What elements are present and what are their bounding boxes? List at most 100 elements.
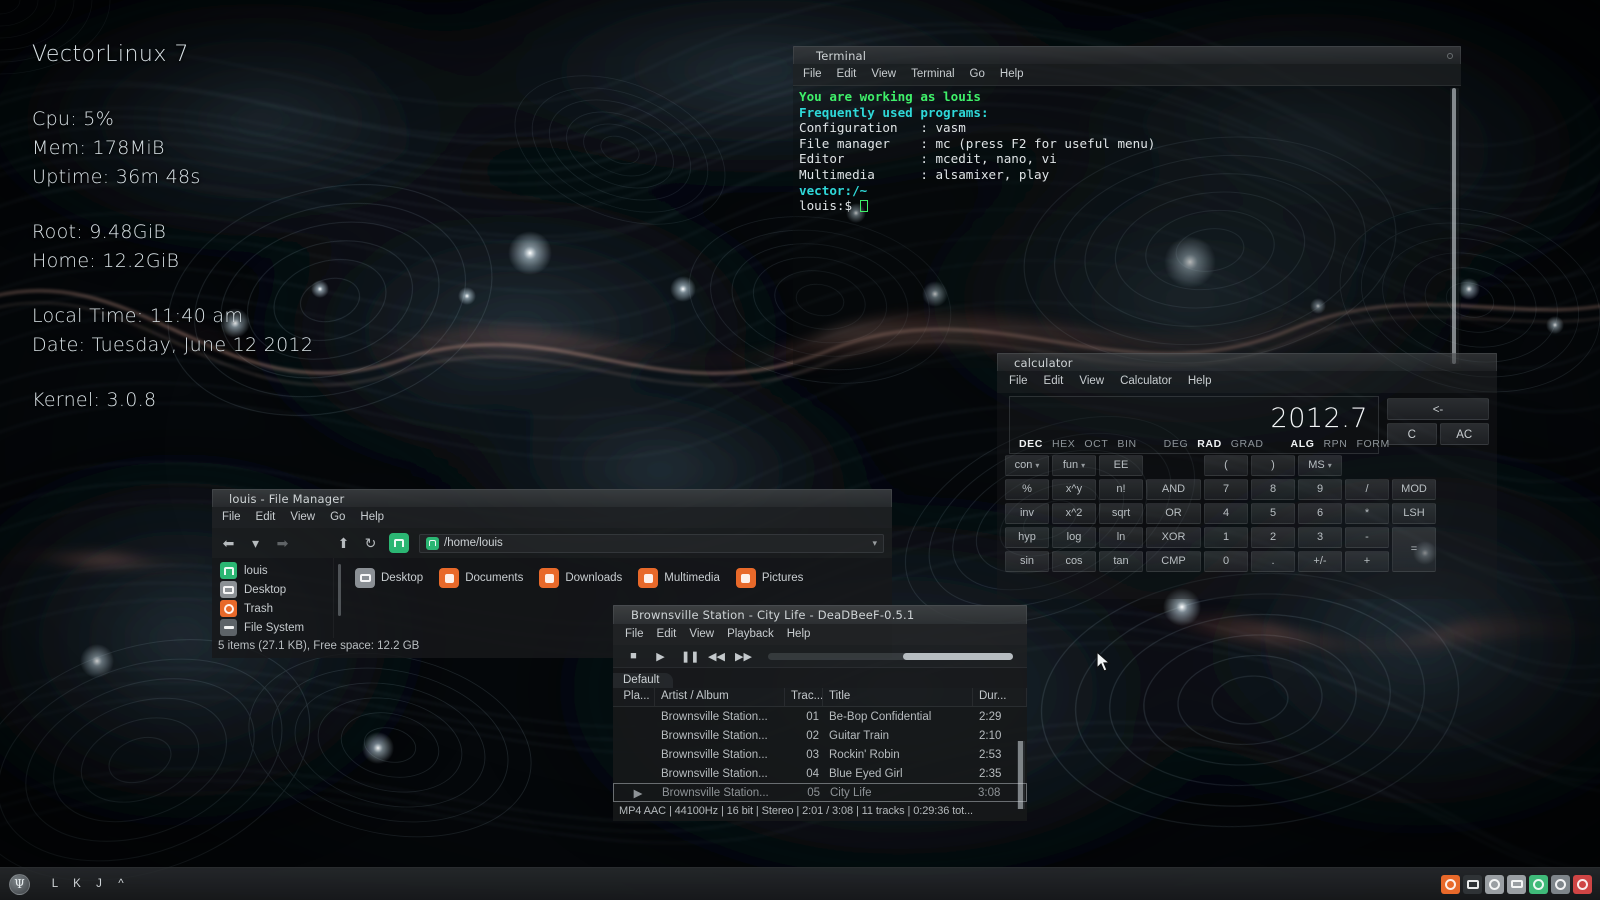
menu-calculator[interactable]: Calculator: [1120, 375, 1172, 387]
playlist-scrollbar-thumb[interactable]: [1018, 741, 1023, 809]
menu-help[interactable]: Help: [1000, 68, 1024, 80]
terminal-window[interactable]: Terminal File Edit View Terminal Go Help…: [793, 46, 1461, 384]
menu-edit[interactable]: Edit: [1044, 375, 1064, 387]
mode-rad[interactable]: RAD: [1197, 438, 1222, 450]
mode-oct[interactable]: OCT: [1084, 438, 1108, 450]
history-dropdown-icon[interactable]: ▾: [247, 535, 264, 552]
terminal-scrollbar-thumb[interactable]: [1452, 88, 1456, 364]
sidebar-item-file-system[interactable]: File System: [212, 618, 333, 637]
key-9[interactable]: 9: [1298, 479, 1342, 500]
next-button[interactable]: ▶▶: [735, 650, 752, 663]
mode-grad[interactable]: GRAD: [1231, 438, 1264, 450]
key-plus-minus[interactable]: +/-: [1298, 551, 1342, 572]
mode-dec[interactable]: DEC: [1019, 438, 1043, 450]
play-button[interactable]: ▶: [654, 650, 667, 663]
screenshot-tray-icon[interactable]: [1463, 874, 1482, 894]
workspace-k[interactable]: K: [66, 878, 88, 890]
key-plus[interactable]: +: [1345, 551, 1389, 572]
column-duration[interactable]: Dur...: [973, 688, 1027, 706]
key-tan[interactable]: tan: [1099, 551, 1143, 572]
menu-edit[interactable]: Edit: [837, 68, 857, 80]
key-inv[interactable]: inv: [1005, 503, 1049, 524]
file-manager-menubar[interactable]: File Edit View Go Help: [212, 507, 892, 528]
file-item-downloads[interactable]: Downloads: [535, 566, 626, 590]
menu-view[interactable]: View: [290, 511, 315, 523]
key-6[interactable]: 6: [1298, 503, 1342, 524]
calculator-titlebar[interactable]: calculator: [997, 353, 1497, 371]
menu-file[interactable]: File: [625, 628, 644, 640]
calculator-menubar[interactable]: File Edit View Calculator Help: [997, 371, 1497, 393]
terminal-scrollbar[interactable]: [1450, 88, 1459, 364]
pause-button[interactable]: ❚❚: [681, 650, 699, 663]
key-ee[interactable]: EE: [1099, 455, 1143, 476]
key-sin[interactable]: sin: [1005, 551, 1049, 572]
mode-bin[interactable]: BIN: [1117, 438, 1136, 450]
mode-rpn[interactable]: RPN: [1324, 438, 1348, 450]
terminal-menubar[interactable]: File Edit View Terminal Go Help: [793, 64, 1461, 86]
key-x-pow-y[interactable]: x^y: [1052, 479, 1096, 500]
power-tray-icon[interactable]: [1573, 874, 1592, 894]
backspace-button[interactable]: <-: [1387, 398, 1489, 420]
key-cmp[interactable]: CMP: [1146, 551, 1201, 572]
key-0[interactable]: 0: [1204, 551, 1248, 572]
key-5[interactable]: 5: [1251, 503, 1295, 524]
window-menu-icon[interactable]: [1447, 53, 1453, 59]
player-titlebar[interactable]: Brownsville Station - City Life - DeaDBe…: [613, 605, 1027, 624]
column-track[interactable]: Trac...: [785, 688, 823, 706]
table-row[interactable]: Brownsville Station... 01 Be-Bop Confide…: [613, 707, 1027, 726]
clear-button[interactable]: C: [1387, 423, 1437, 445]
all-clear-button[interactable]: AC: [1439, 423, 1489, 445]
menu-help[interactable]: Help: [1188, 375, 1212, 387]
path-bar[interactable]: /home/louis ▾: [419, 533, 884, 553]
key-multiply[interactable]: *: [1345, 503, 1389, 524]
menu-playback[interactable]: Playback: [727, 628, 774, 640]
key-close-paren[interactable]: ): [1251, 455, 1295, 476]
key-8[interactable]: 8: [1251, 479, 1295, 500]
key-fun[interactable]: fun ▾: [1052, 455, 1096, 476]
menu-terminal[interactable]: Terminal: [911, 68, 954, 80]
table-row[interactable]: Brownsville Station... 04 Blue Eyed Girl…: [613, 764, 1027, 783]
key-4[interactable]: 4: [1204, 503, 1248, 524]
key-2[interactable]: 2: [1251, 527, 1295, 548]
vectorlinux-menu-button[interactable]: Ψ: [9, 873, 30, 895]
forward-arrow-icon[interactable]: ➡: [274, 535, 291, 552]
menu-edit[interactable]: Edit: [657, 628, 677, 640]
column-title[interactable]: Title: [823, 688, 973, 706]
menu-file[interactable]: File: [1009, 375, 1028, 387]
menu-help[interactable]: Help: [360, 511, 384, 523]
sidebar-item-trash[interactable]: Trash: [212, 599, 333, 618]
key-xor[interactable]: XOR: [1146, 527, 1201, 548]
tab-default[interactable]: Default: [613, 673, 674, 688]
menu-file[interactable]: File: [222, 511, 241, 523]
reload-icon[interactable]: ↻: [362, 535, 379, 552]
back-arrow-icon[interactable]: ⬅: [220, 535, 237, 552]
key-and[interactable]: AND: [1146, 479, 1201, 500]
key-ln[interactable]: ln: [1099, 527, 1143, 548]
stop-button[interactable]: ■: [627, 650, 640, 662]
file-item-documents[interactable]: Documents: [435, 566, 527, 590]
home-button-icon[interactable]: [389, 533, 409, 553]
key-decimal[interactable]: .: [1251, 551, 1295, 572]
key-hyp[interactable]: hyp: [1005, 527, 1049, 548]
table-row[interactable]: Brownsville Station... 02 Guitar Train 2…: [613, 726, 1027, 745]
key-x-squared[interactable]: x^2: [1052, 503, 1096, 524]
menu-view[interactable]: View: [871, 68, 896, 80]
key-percent[interactable]: %: [1005, 479, 1049, 500]
key-mod[interactable]: MOD: [1392, 479, 1436, 500]
key-log[interactable]: log: [1052, 527, 1096, 548]
table-row[interactable]: Brownsville Station... 03 Rockin' Robin …: [613, 745, 1027, 764]
menu-view[interactable]: View: [1079, 375, 1104, 387]
mode-hex[interactable]: HEX: [1052, 438, 1075, 450]
workspace-l[interactable]: L: [44, 878, 66, 890]
key-cos[interactable]: cos: [1052, 551, 1096, 572]
mode-deg[interactable]: DEG: [1164, 438, 1189, 450]
updates-tray-icon[interactable]: [1529, 874, 1548, 894]
key-1[interactable]: 1: [1204, 527, 1248, 548]
menu-view[interactable]: View: [689, 628, 714, 640]
file-item-pictures[interactable]: Pictures: [732, 566, 808, 590]
column-playing[interactable]: Pla...: [613, 688, 655, 706]
volume-slider[interactable]: [768, 652, 1013, 660]
key-sqrt[interactable]: sqrt: [1099, 503, 1143, 524]
mode-form[interactable]: FORM: [1356, 438, 1389, 450]
sidebar-item-louis[interactable]: louis: [212, 561, 333, 580]
